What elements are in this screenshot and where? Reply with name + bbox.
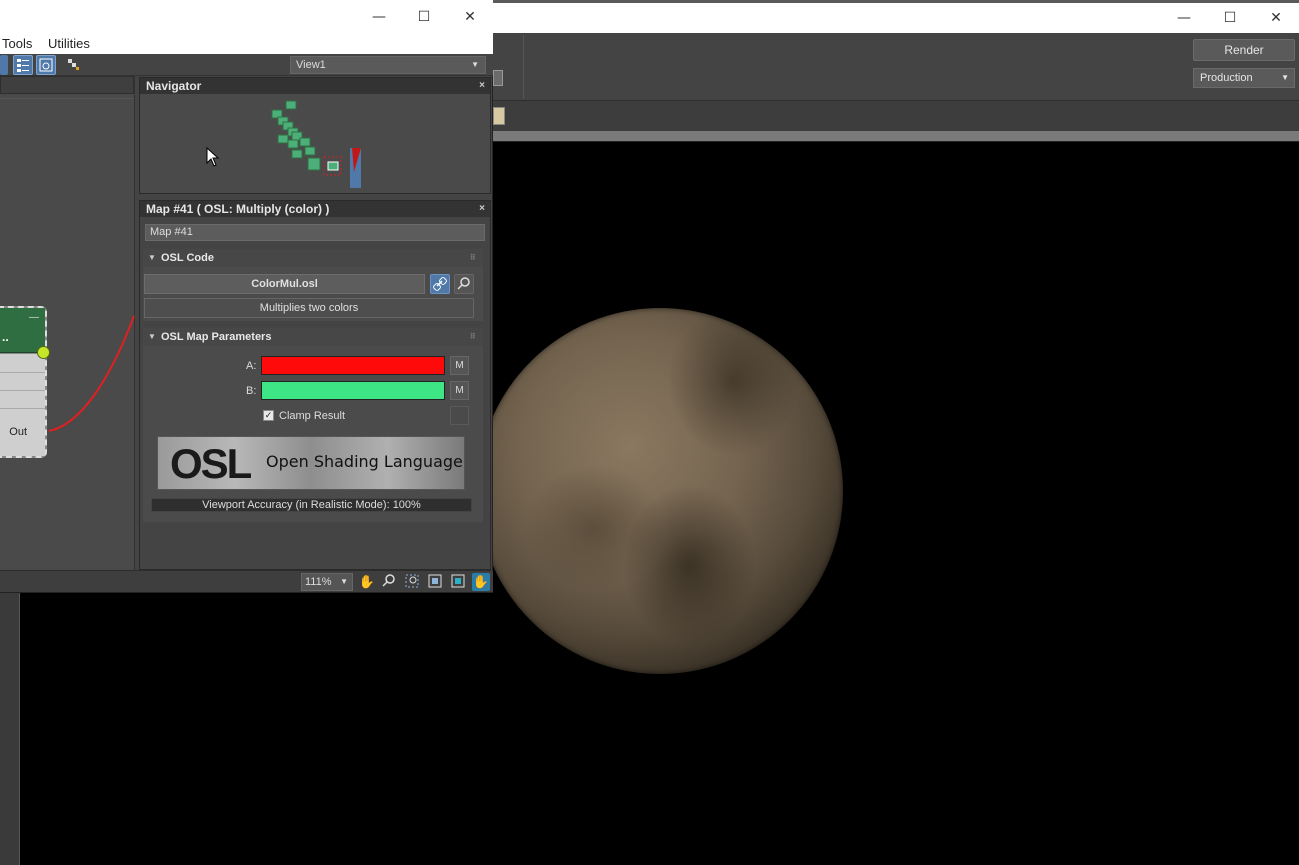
rollout-grip-icon: ⠿ (469, 332, 476, 341)
slate-material-editor: — ☐ ✕ Tools Utilities View1 ▼ — .. Out N… (0, 0, 493, 593)
zoom-icon[interactable] (380, 573, 398, 591)
param-b-label: B: (246, 385, 257, 397)
render-button[interactable]: Render (1193, 39, 1295, 61)
output-socket[interactable] (37, 346, 50, 359)
status-bar: 111% ▼ ✋ ✋ (0, 570, 493, 592)
maximize-icon[interactable]: ☐ (1207, 3, 1253, 33)
render-window-titlebar: — ☐ ✕ (493, 3, 1299, 33)
render-preset-value: Production (1200, 72, 1253, 84)
clamp-result-checkbox[interactable]: ✓ (263, 410, 274, 421)
clamp-result-label: Clamp Result (279, 410, 346, 422)
osl-file-button[interactable]: ColorMul.osl (144, 274, 425, 294)
pan-icon[interactable]: ✋ (358, 573, 376, 591)
zoom-dropdown[interactable]: 111% ▼ (301, 573, 353, 591)
color-swatch-b[interactable] (261, 381, 445, 400)
parameter-editor-panel: Map #41 ( OSL: Multiply (color) ) × Map … (139, 200, 491, 570)
viewport-side-strip (0, 591, 20, 865)
param-a-label: A: (246, 360, 257, 372)
parameter-panel-title: Map #41 ( OSL: Multiply (color) ) × (140, 201, 490, 217)
zoom-value: 111% (305, 576, 332, 588)
render-subtoolbar (493, 101, 1299, 131)
search-icon[interactable] (454, 274, 474, 294)
color-swatch-a[interactable] (261, 356, 445, 375)
close-icon[interactable]: × (479, 201, 485, 217)
navigator-canvas[interactable] (140, 94, 490, 193)
navigator-title: Navigator × (140, 78, 490, 94)
map-name-field[interactable]: Map #41 (145, 224, 485, 241)
toolbar-divider (523, 35, 524, 99)
close-icon[interactable]: × (479, 78, 485, 94)
minimize-icon[interactable]: — (1161, 3, 1207, 33)
osl-code-rollout-header[interactable]: ▼ OSL Code ⠿ (143, 249, 483, 267)
osl-code-heading: OSL Code (161, 252, 214, 264)
chevron-down-icon: ▼ (1281, 73, 1289, 82)
save-image-icon[interactable] (493, 107, 505, 125)
osl-logo: OSL Open Shading Language (157, 436, 465, 490)
navigator-title-text: Navigator (146, 79, 202, 93)
osl-map-params-rollout-header[interactable]: ▼ OSL Map Parameters ⠿ (143, 328, 483, 346)
rollout-collapse-icon: ▼ (148, 332, 156, 341)
pan-to-selected-icon[interactable]: ✋ (472, 573, 490, 591)
osl-logo-mark: OSL (170, 440, 252, 487)
edit-icon[interactable] (493, 70, 503, 86)
osl-logo-text: Open Shading Language (266, 452, 463, 471)
viewport-accuracy-label: Viewport Accuracy (in Realistic Mode): 1… (151, 498, 472, 512)
render-toolbar: Render Production ▼ (493, 33, 1299, 101)
link-icon[interactable] (430, 274, 450, 294)
render-preset-dropdown[interactable]: Production ▼ (1193, 68, 1295, 88)
rollout-grip-icon: ⠿ (469, 253, 476, 262)
rendered-sphere (477, 308, 843, 674)
navigator-panel: Navigator × (139, 77, 491, 194)
clamp-map-button[interactable] (450, 406, 469, 425)
close-icon[interactable]: ✕ (1253, 3, 1299, 33)
map-button-b[interactable]: M (450, 381, 469, 400)
navigator-minimap (271, 100, 361, 188)
chevron-down-icon: ▼ (340, 577, 348, 586)
parameter-panel-title-text: Map #41 ( OSL: Multiply (color) ) (146, 202, 330, 216)
zoom-extents-selected-icon[interactable] (449, 573, 467, 591)
rollout-collapse-icon: ▼ (148, 253, 156, 262)
render-divider (493, 131, 1299, 142)
zoom-region-icon[interactable] (403, 573, 421, 591)
osl-description: Multiplies two colors (144, 298, 474, 318)
mouse-cursor-icon (206, 147, 220, 167)
zoom-extents-icon[interactable] (426, 573, 444, 591)
map-button-a[interactable]: M (450, 356, 469, 375)
osl-map-params-heading: OSL Map Parameters (161, 331, 272, 343)
